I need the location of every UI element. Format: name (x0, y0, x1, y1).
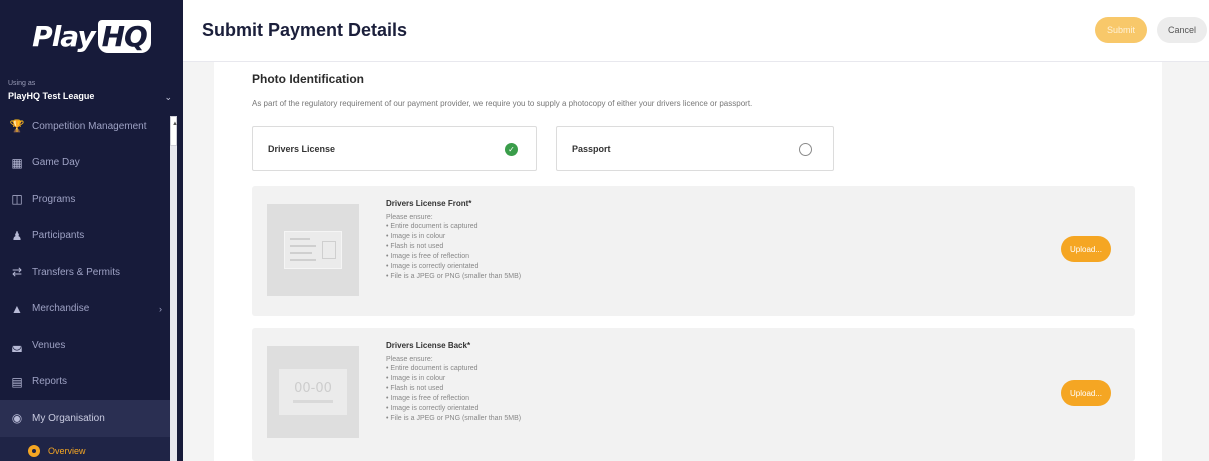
chevron-down-icon: ⌄ (164, 92, 172, 102)
list-item: Image is correctly orientated (386, 404, 521, 414)
sidebar-item-transfers-permits[interactable]: ⇄ Transfers & Permits (0, 254, 170, 291)
cancel-button[interactable]: Cancel (1157, 17, 1207, 43)
list-item: Flash is not used (386, 384, 521, 394)
sidebar-item-participants[interactable]: ♟ Participants (0, 218, 170, 255)
list-item: Entire document is captured (386, 364, 521, 374)
upload-front-button[interactable]: Upload... (1061, 236, 1111, 262)
sidebar-item-my-organisation[interactable]: ◉ My Organisation (0, 400, 170, 437)
chevron-right-icon: › (159, 303, 162, 314)
organisation-icon: ◉ (11, 411, 23, 426)
sidebar-item-label: Venues (32, 339, 66, 351)
overview-icon (28, 444, 40, 457)
license-back-icon: 00-00 (279, 369, 347, 415)
stadium-icon: ◛ (11, 338, 23, 353)
sidebar-item-label: My Organisation (32, 412, 105, 424)
photo-identification-panel: Photo Identification As part of the regu… (214, 62, 1162, 461)
list-item: File is a JPEG or PNG (smaller than 5MB) (386, 414, 521, 424)
scroll-up-icon: ▲ (172, 121, 178, 127)
trophy-icon: 🏆 (9, 119, 25, 134)
ensure-label: Please ensure: (386, 356, 433, 363)
license-front-thumbnail (267, 204, 359, 296)
organisation-switcher[interactable]: Using as PlayHQ Test League ⌄ (8, 80, 178, 102)
license-back-thumbnail: 00-00 (267, 346, 359, 438)
license-front-icon (284, 231, 342, 269)
transfer-icon: ⇄ (11, 265, 23, 280)
sidebar-item-competition-management[interactable]: 🏆 Competition Management (0, 108, 170, 145)
upload-title: Drivers License Front* (386, 199, 472, 208)
upload-card-body: Drivers License Front* Please ensure: En… (386, 199, 521, 282)
upload-title: Drivers License Back* (386, 341, 471, 350)
option-label: Passport (572, 144, 611, 154)
sidebar-item-programs[interactable]: ◫ Programs (0, 181, 170, 218)
upload-card-front: Drivers License Front* Please ensure: En… (252, 186, 1135, 316)
sidebar-item-label: Participants (32, 230, 85, 242)
chart-icon: ▤ (11, 374, 23, 389)
radio-unchecked-icon[interactable] (799, 143, 812, 156)
list-item: Image is in colour (386, 374, 521, 384)
list-item: Image is in colour (386, 232, 521, 242)
sidebar-item-label: Reports (32, 376, 68, 388)
sidebar-item-label: Merchandise (32, 303, 90, 315)
list-item: File is a JPEG or PNG (smaller than 5MB) (386, 272, 521, 282)
sidebar-item-label: Programs (32, 193, 76, 205)
page-title: Submit Payment Details (202, 20, 408, 40)
organisation-name: PlayHQ Test League (8, 91, 95, 101)
submit-button[interactable]: Submit (1095, 17, 1147, 43)
list-item: Entire document is captured (386, 222, 521, 232)
using-as-label: Using as (8, 80, 36, 87)
sidebar: Play HQ Using as PlayHQ Test League ⌄ 🏆 C… (0, 0, 183, 461)
scoreboard-icon: ▦ (11, 155, 23, 170)
check-circle-icon: ✓ (505, 143, 518, 156)
people-icon: ♟ (11, 228, 23, 243)
sidebar-item-label: Transfers & Permits (32, 266, 120, 278)
option-drivers-license[interactable]: Drivers License ✓ (252, 126, 537, 171)
upload-back-button[interactable]: Upload... (1061, 380, 1111, 406)
sidebar-nav: 🏆 Competition Management ▦ Game Day ◫ Pr… (0, 108, 170, 461)
page-header: Submit Payment Details Submit Cancel (183, 0, 1209, 62)
sidebar-subitem-overview[interactable]: Overview (0, 436, 170, 461)
sidebar-item-venues[interactable]: ◛ Venues (0, 327, 170, 364)
sidebar-item-reports[interactable]: ▤ Reports (0, 364, 170, 401)
license-back-placeholder: 00-00 (294, 381, 332, 396)
list-item: Image is free of reflection (386, 252, 521, 262)
upload-card-body: Drivers License Back* Please ensure: Ent… (386, 341, 521, 424)
sidebar-item-game-day[interactable]: ▦ Game Day (0, 145, 170, 182)
main-content: Photo Identification As part of the regu… (183, 62, 1209, 461)
list-item: Flash is not used (386, 242, 521, 252)
sidebar-scrollbar[interactable]: ▲ (170, 116, 178, 461)
app-root: Play HQ Using as PlayHQ Test League ⌄ 🏆 C… (0, 0, 1209, 461)
section-description: As part of the regulatory requirement of… (252, 99, 753, 108)
ensure-label: Please ensure: (386, 214, 433, 221)
upload-card-back: 00-00 Drivers License Back* Please ensur… (252, 328, 1135, 461)
list-item: Image is free of reflection (386, 394, 521, 404)
shirt-icon: ▲ (11, 301, 23, 316)
option-label: Drivers License (268, 144, 336, 154)
list-item: Image is correctly orientated (386, 262, 521, 272)
book-icon: ◫ (11, 192, 23, 207)
option-passport[interactable]: Passport (556, 126, 834, 171)
section-title: Photo Identification (252, 72, 364, 86)
logo-text: Play HQ (32, 19, 151, 53)
sidebar-item-label: Game Day (32, 157, 80, 169)
sidebar-item-merchandise[interactable]: ▲ Merchandise › (0, 291, 170, 328)
scrollbar-thumb[interactable]: ▲ (170, 116, 178, 146)
sidebar-item-label: Competition Management (32, 120, 147, 132)
requirements-list: Entire document is captured Image is in … (386, 222, 521, 282)
playhq-logo[interactable]: Play HQ (0, 0, 183, 72)
requirements-list: Entire document is captured Image is in … (386, 364, 521, 424)
sidebar-subitem-label: Overview (48, 445, 86, 456)
